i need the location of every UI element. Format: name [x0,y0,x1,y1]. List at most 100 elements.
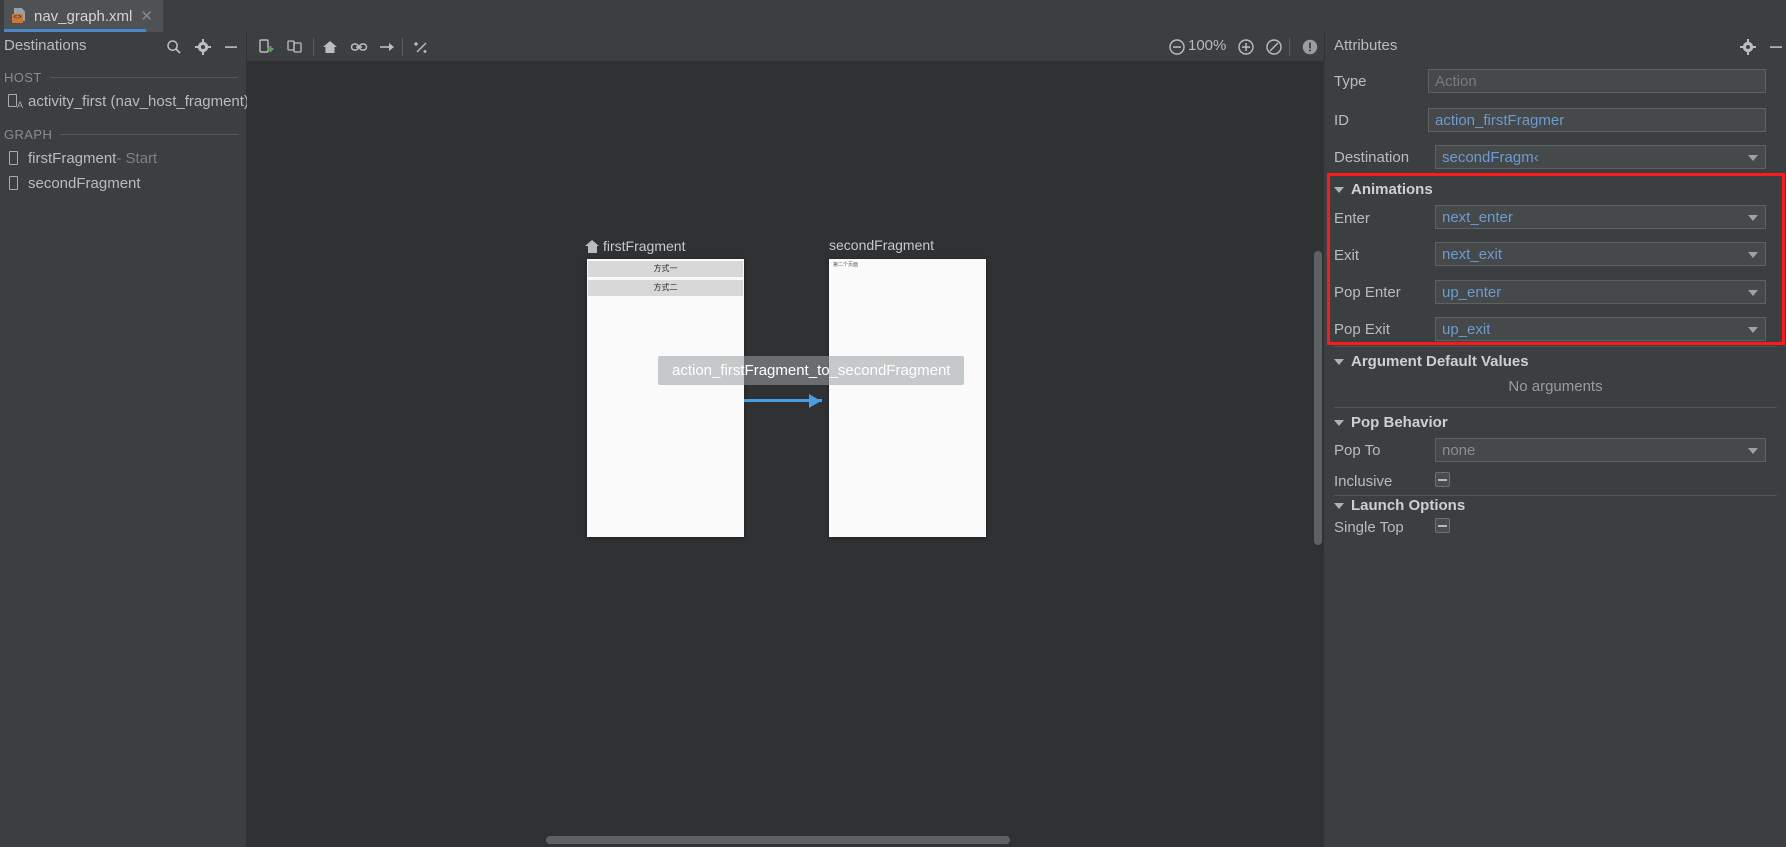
attributes-panel-title: Attributes [1334,37,1398,54]
attr-field-pop-enter[interactable]: up_enter [1435,280,1766,304]
minimize-icon[interactable] [1764,35,1786,59]
single-top-checkbox[interactable] [1435,518,1450,533]
canvas-vertical-scrollbar[interactable] [1314,251,1322,545]
attr-field-destination[interactable]: secondFragm‹ [1435,145,1766,169]
fragment-preview-second[interactable]: 第二个页面 [829,259,986,537]
attributes-panel: Type Action ID action_firstFragmer Desti… [1325,61,1786,847]
attr-field-id[interactable]: action_firstFragmer [1428,108,1766,132]
section-header-pop-behavior[interactable]: Pop Behavior [1334,414,1448,431]
attr-value-pop-exit: up_exit [1442,320,1491,338]
divider [1334,346,1777,347]
chevron-down-icon[interactable] [1748,155,1758,161]
attr-label-pop-exit: Pop Exit [1334,321,1390,338]
destination-item-first-fragment[interactable]: firstFragment - Start [8,148,157,168]
chevron-down-icon [1334,419,1344,426]
section-header-arguments[interactable]: Argument Default Values [1334,353,1529,370]
destinations-panel: HOST A activity_first (nav_host_fragment… [0,61,249,847]
zoom-in-icon[interactable] [1234,35,1258,59]
link-icon[interactable] [347,35,371,59]
section-header-animations[interactable]: Animations [1334,181,1433,198]
zoom-to-fit-icon[interactable] [1262,35,1286,59]
chevron-down-icon[interactable] [1748,215,1758,221]
attr-value-enter: next_enter [1442,208,1513,226]
search-icon[interactable] [162,35,186,59]
destination-item-label: firstFragment [28,149,117,167]
minimize-icon[interactable] [219,35,243,59]
chevron-down-icon[interactable] [1748,448,1758,454]
destinations-group-host: HOST [4,70,238,85]
canvas-horizontal-scrollbar[interactable] [546,836,1010,844]
attr-label-destination: Destination [1334,149,1410,166]
attr-value-id: action_firstFragmer [1435,111,1565,129]
attr-field-pop-to[interactable]: none [1435,438,1766,462]
attr-label-pop-to: Pop To [1334,442,1381,459]
chevron-down-icon[interactable] [1748,327,1758,333]
preview-button-2: 方式二 [588,280,743,296]
gear-icon[interactable] [1736,35,1760,59]
divider [246,32,247,61]
attributes-panel-header: Attributes [1325,32,1786,62]
destination-item-label: activity_first (nav_host_fragment) [28,92,249,110]
group-title: HOST [4,70,42,85]
destination-item-label: secondFragment [28,174,141,192]
arrow-right-icon[interactable] [375,35,399,59]
fragment-title-second: secondFragment [829,237,934,253]
attr-value-exit: next_exit [1442,245,1503,263]
new-destination-icon[interactable] [254,35,278,59]
xml-file-icon: <> [12,8,28,24]
zoom-level-label: 100% [1188,37,1227,54]
attr-value-pop-to: none [1442,441,1476,459]
destinations-group-graph: GRAPH [4,127,238,142]
divider [1334,495,1777,496]
home-icon[interactable] [318,35,342,59]
gear-icon[interactable] [191,35,215,59]
chevron-down-icon [1334,186,1344,193]
destinations-panel-title: Destinations [4,37,87,54]
attr-field-pop-exit[interactable]: up_exit [1435,317,1766,341]
divider [402,38,403,56]
fragment-preview-first[interactable]: 方式一 方式二 [587,259,744,537]
chevron-down-icon [1334,502,1344,509]
chevron-down-icon[interactable] [1748,252,1758,258]
fragment-icon [8,150,22,166]
attr-field-enter[interactable]: next_enter [1435,205,1766,229]
divider [313,38,314,56]
action-arrow-head [809,394,821,408]
action-label-tooltip[interactable]: action_firstFragment_to_secondFragment [658,356,965,385]
divider [49,77,238,78]
warning-icon[interactable] [1298,35,1322,59]
destination-item-activity-first[interactable]: A activity_first (nav_host_fragment) [8,91,249,111]
fragment-title-label: firstFragment [603,238,686,254]
navigation-graph-canvas[interactable]: firstFragment 方式一 方式二 secondFragment 第二个… [247,61,1324,847]
chevron-down-icon[interactable] [1748,290,1758,296]
nested-graph-icon[interactable] [283,35,307,59]
section-title: Animations [1351,181,1433,198]
attr-label-enter: Enter [1334,210,1370,227]
home-icon [585,239,599,253]
magic-wand-icon[interactable] [410,35,434,59]
fragment-title-first: firstFragment [585,238,685,254]
attr-label-pop-enter: Pop Enter [1334,284,1401,301]
preview-text: 第二个页面 [833,262,859,268]
activity-icon: A [8,93,23,110]
section-header-launch-options[interactable]: Launch Options [1334,497,1465,514]
attr-value-destination: secondFragm‹ [1442,148,1539,166]
editor-tab-label: nav_graph.xml [34,7,133,25]
destination-item-second-fragment[interactable]: secondFragment [8,173,141,193]
section-title: Pop Behavior [1351,414,1448,431]
editor-tab-bar: <> nav_graph.xml ✕ [0,0,1786,32]
attr-label-exit: Exit [1334,247,1360,264]
divider [60,134,238,135]
navigation-editor-window: <> nav_graph.xml ✕ Destinations 100% Att… [0,0,1786,847]
close-icon[interactable]: ✕ [140,9,153,24]
editor-tab-nav-graph[interactable]: <> nav_graph.xml ✕ [4,0,163,32]
section-title: Launch Options [1351,497,1466,514]
attr-value-pop-enter: up_enter [1442,283,1502,301]
no-arguments-text: No arguments [1508,378,1603,395]
group-title: GRAPH [4,127,53,142]
attr-label-inclusive: Inclusive [1334,473,1393,490]
fragment-title-label: secondFragment [829,237,935,253]
zoom-out-icon[interactable] [1165,35,1189,59]
inclusive-checkbox[interactable] [1435,472,1450,487]
attr-field-exit[interactable]: next_exit [1435,242,1766,266]
